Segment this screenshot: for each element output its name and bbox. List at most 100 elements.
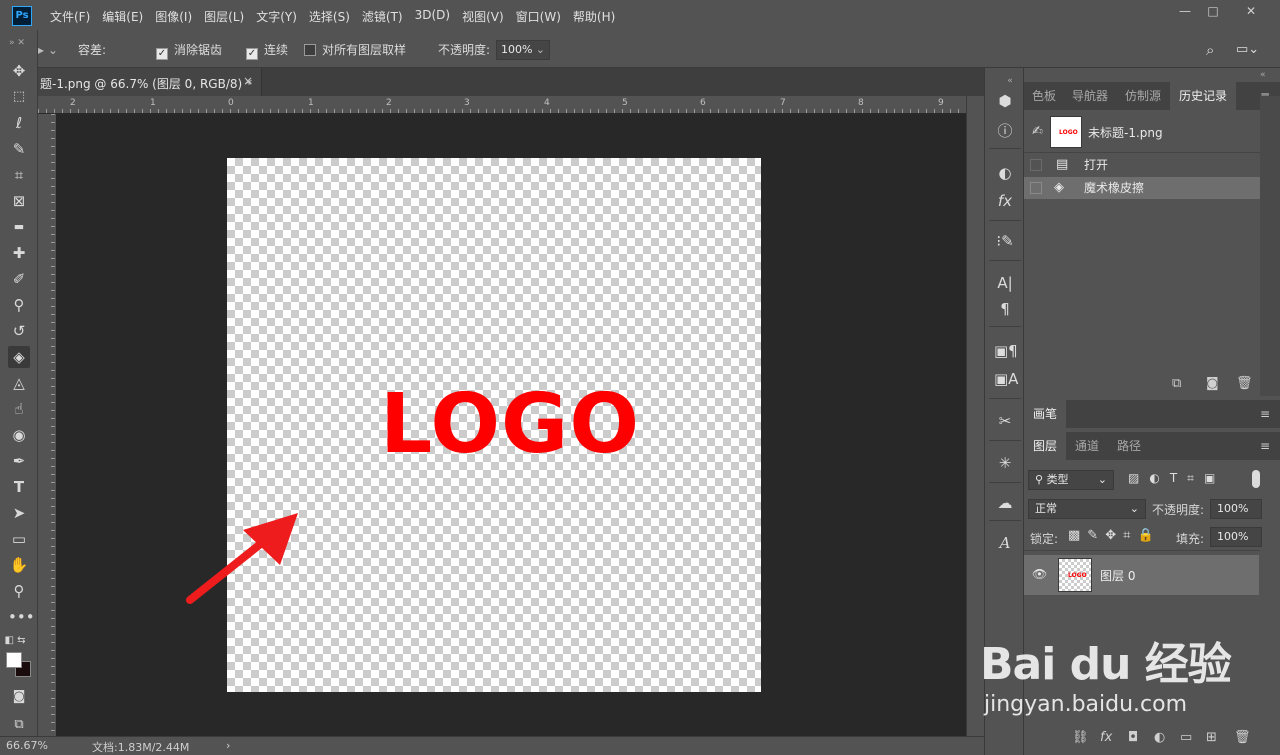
sample-all-layers-checkbox[interactable] bbox=[304, 44, 316, 56]
brush-tool-icon[interactable]: ✐ bbox=[8, 268, 30, 290]
adjustments-icon[interactable]: ◐ bbox=[994, 162, 1016, 184]
new-document-from-state-icon[interactable]: ⧉ bbox=[1172, 376, 1181, 391]
blend-mode-select[interactable]: 正常 ⌄ bbox=[1028, 499, 1146, 519]
link-layers-icon[interactable]: ⛓ bbox=[1072, 730, 1089, 745]
status-menu-arrow-icon[interactable]: › bbox=[226, 739, 230, 752]
lock-pixels-icon[interactable]: ✎ bbox=[1087, 528, 1105, 543]
hand-tool-icon[interactable]: ✋ bbox=[8, 554, 30, 576]
document-info[interactable]: 文档:1.83M/2.44M bbox=[92, 739, 189, 755]
frame-tool-icon[interactable]: ⊠ bbox=[8, 190, 30, 212]
tab-history[interactable]: 历史记录 bbox=[1170, 82, 1236, 110]
lock-transparent-icon[interactable]: ▩ bbox=[1068, 528, 1087, 543]
ruler-tool-icon[interactable]: ▬ bbox=[8, 216, 30, 238]
new-layer-icon[interactable]: ⊞ bbox=[1206, 730, 1217, 745]
shape-filter-icon[interactable]: ⌗ bbox=[1187, 471, 1204, 485]
search-icon[interactable]: ⌕ bbox=[1206, 40, 1214, 60]
workspace-icon[interactable]: ▭⌄ bbox=[1236, 40, 1259, 60]
smudge-tool-icon[interactable]: ☝ bbox=[8, 398, 30, 420]
sample-all-layers-option[interactable]: 对所有图层取样 bbox=[304, 40, 406, 60]
menu-file[interactable]: 文件(F) bbox=[44, 8, 96, 25]
menu-type[interactable]: 文字(Y) bbox=[250, 8, 303, 25]
tool-presets-icon[interactable]: ✂ bbox=[994, 410, 1016, 432]
panel-scrollbar[interactable] bbox=[1260, 96, 1280, 396]
history-step-magic-eraser[interactable]: ◈ 魔术橡皮擦 bbox=[1024, 177, 1260, 199]
paragraph-styles-icon[interactable]: ▣¶ bbox=[994, 340, 1018, 362]
contiguous-option[interactable]: ✓ 连续 bbox=[246, 40, 288, 60]
snapshot-camera-icon[interactable]: ◙ bbox=[1206, 376, 1219, 391]
eye-visibility-icon[interactable]: 👁 bbox=[1032, 567, 1047, 581]
layer-name[interactable]: 图层 0 bbox=[1100, 567, 1135, 584]
collapse-panels-icon[interactable]: « bbox=[999, 70, 1021, 92]
collapse-right-icon[interactable]: « bbox=[1260, 70, 1266, 80]
brush-settings-icon[interactable]: ⁝✎ bbox=[994, 230, 1016, 252]
adjustment-filter-icon[interactable]: ◐ bbox=[1149, 471, 1169, 485]
learn-icon[interactable]: ✳ bbox=[994, 452, 1016, 474]
healing-brush-tool-icon[interactable]: ✚ bbox=[8, 242, 30, 264]
menu-view[interactable]: 视图(V) bbox=[456, 8, 510, 25]
menu-3d[interactable]: 3D(D) bbox=[409, 8, 456, 25]
contiguous-checkbox[interactable]: ✓ bbox=[246, 48, 258, 60]
menu-edit[interactable]: 编辑(E) bbox=[96, 8, 149, 25]
tab-navigator[interactable]: 导航器 bbox=[1064, 82, 1116, 110]
close-document-icon[interactable]: × bbox=[243, 74, 253, 88]
history-step-open[interactable]: ▤ 打开 bbox=[1024, 154, 1260, 176]
layer-opacity-input[interactable]: 100%⌄ bbox=[1210, 499, 1262, 533]
more-tools-icon[interactable]: ••• bbox=[8, 606, 35, 628]
history-brush-source-icon[interactable]: ✍ bbox=[1032, 124, 1043, 139]
opacity-input[interactable]: 100% ⌄ bbox=[496, 40, 550, 60]
lock-position-icon[interactable]: ✥ bbox=[1105, 528, 1123, 543]
document-tab[interactable]: 题-1.png @ 66.7% (图层 0, RGB/8) * × bbox=[38, 68, 262, 96]
info-icon[interactable]: ⓘ bbox=[994, 120, 1016, 142]
type-tool-icon[interactable]: T bbox=[8, 476, 30, 498]
step-checkbox[interactable] bbox=[1030, 182, 1042, 194]
minimize-button[interactable]: — bbox=[1172, 4, 1198, 20]
tool-preset-picker-icon[interactable]: ▸ ⌄ bbox=[38, 40, 58, 60]
layer-style-fx-icon[interactable]: fx bbox=[1100, 730, 1112, 745]
tab-layers[interactable]: 图层 bbox=[1024, 432, 1066, 460]
quick-selection-tool-icon[interactable]: ✎ bbox=[8, 138, 30, 160]
zoom-level[interactable]: 66.67% bbox=[6, 739, 48, 752]
menu-select[interactable]: 选择(S) bbox=[303, 8, 356, 25]
screen-mode-icon[interactable]: ⧉ bbox=[8, 714, 30, 736]
layer-row[interactable]: 👁 LOGO 图层 0 bbox=[1024, 555, 1259, 595]
delete-layer-icon[interactable]: 🗑 bbox=[1234, 730, 1251, 745]
3d-cube-icon[interactable]: ⬢ bbox=[994, 90, 1016, 112]
delete-state-icon[interactable]: 🗑 bbox=[1236, 376, 1253, 391]
menu-filter[interactable]: 滤镜(T) bbox=[356, 8, 409, 25]
menu-help[interactable]: 帮助(H) bbox=[567, 8, 621, 25]
path-selection-tool-icon[interactable]: ➤ bbox=[8, 502, 30, 524]
step-checkbox[interactable] bbox=[1030, 159, 1042, 171]
foreground-color-swatch[interactable] bbox=[6, 652, 22, 668]
tab-brush[interactable]: 画笔 bbox=[1024, 400, 1066, 428]
snapshot-name[interactable]: 未标题-1.png bbox=[1088, 124, 1163, 141]
menu-window[interactable]: 窗口(W) bbox=[510, 8, 567, 25]
swap-colors-icon[interactable]: ◧ ⇆ bbox=[4, 630, 26, 652]
panel-menu-icon[interactable]: ≡ bbox=[1260, 407, 1270, 421]
history-brush-tool-icon[interactable]: ↺ bbox=[8, 320, 30, 342]
menu-image[interactable]: 图像(I) bbox=[149, 8, 198, 25]
pen-tool-icon[interactable]: ✒ bbox=[8, 450, 30, 472]
glyphs-icon[interactable]: A bbox=[994, 532, 1016, 554]
lock-all-icon[interactable]: 🔒 bbox=[1137, 528, 1160, 543]
eraser-tool-icon[interactable]: ◈ bbox=[8, 346, 30, 368]
layer-mask-icon[interactable]: ◘ bbox=[1128, 730, 1138, 745]
character-icon[interactable]: A| bbox=[994, 272, 1016, 294]
antialias-option[interactable]: ✓ 消除锯齿 bbox=[156, 40, 222, 60]
zoom-tool-icon[interactable]: ⚲ bbox=[8, 580, 30, 602]
new-group-icon[interactable]: ▭ bbox=[1180, 730, 1192, 745]
crop-tool-icon[interactable]: ⌗ bbox=[8, 164, 30, 186]
styles-fx-icon[interactable]: fx bbox=[994, 190, 1016, 212]
smart-object-filter-icon[interactable]: ▣ bbox=[1204, 471, 1225, 485]
clone-stamp-tool-icon[interactable]: ⚲ bbox=[8, 294, 30, 316]
fill-input[interactable]: 100%⌄ bbox=[1210, 527, 1262, 561]
paragraph-icon[interactable]: ¶ bbox=[994, 298, 1016, 320]
adjustment-layer-icon[interactable]: ◐ bbox=[1154, 730, 1165, 745]
pixel-filter-icon[interactable]: ▨ bbox=[1128, 471, 1149, 485]
sponge-tool-icon[interactable]: ◉ bbox=[8, 424, 30, 446]
move-tool-icon[interactable]: ✥ bbox=[8, 60, 30, 82]
quick-mask-icon[interactable]: ◙ bbox=[8, 686, 30, 708]
layer-filter-select[interactable]: ⚲ 类型 ⌄ bbox=[1028, 470, 1114, 490]
tab-clone-source[interactable]: 仿制源 bbox=[1116, 82, 1170, 110]
type-filter-icon[interactable]: T bbox=[1170, 471, 1187, 485]
tab-channels[interactable]: 通道 bbox=[1066, 432, 1108, 460]
